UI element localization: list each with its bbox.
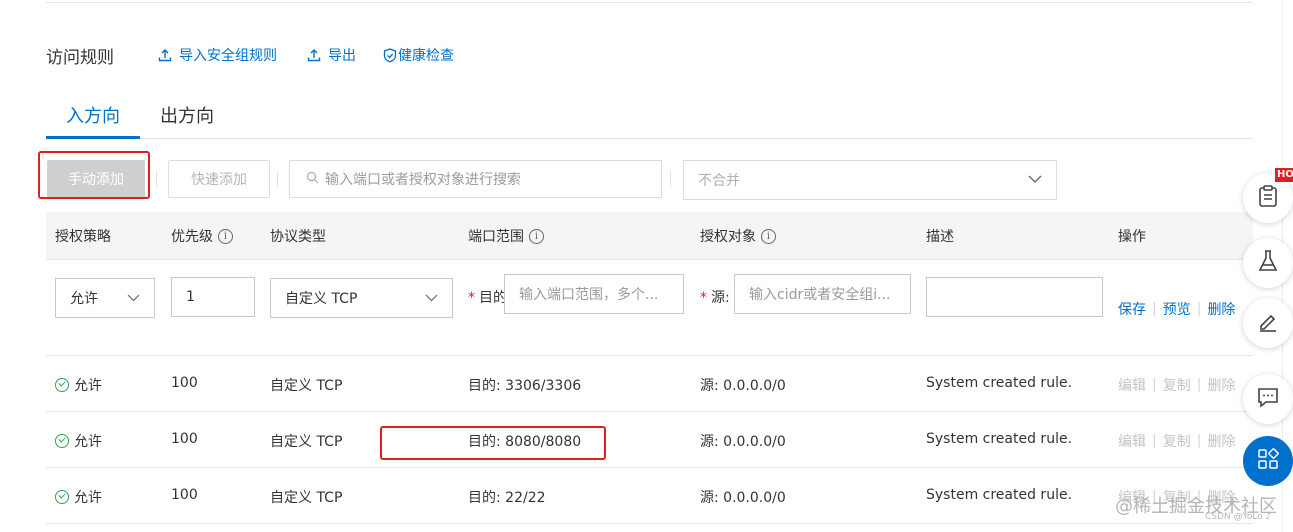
- row-actions: 编辑 | 复制 | 删除: [1118, 431, 1236, 451]
- column-header-policy: 授权策略: [55, 229, 111, 245]
- policy-select-value: 允许: [70, 291, 98, 307]
- policy-cell: 允许: [55, 431, 102, 451]
- export-link[interactable]: 导出: [307, 45, 356, 65]
- tabs-divider: [46, 138, 1253, 139]
- preview-button[interactable]: 预览: [1163, 299, 1191, 319]
- save-button[interactable]: 保存: [1118, 299, 1146, 319]
- flask-icon: [1257, 249, 1279, 277]
- column-header-source: 授权对象 i: [700, 226, 776, 246]
- toolbar-separator: [156, 171, 157, 187]
- info-icon[interactable]: i: [529, 228, 544, 244]
- shield-check-icon: [383, 47, 397, 63]
- protocol-select[interactable]: 自定义 TCP: [270, 278, 453, 318]
- search-input[interactable]: 输入端口或者授权对象进行搜索: [289, 160, 662, 198]
- column-header-actions: 操作: [1118, 229, 1146, 245]
- float-lab-button[interactable]: [1243, 238, 1293, 288]
- policy-cell: 允许: [55, 487, 102, 507]
- port-range-input[interactable]: 输入端口范围，多个...: [504, 274, 684, 314]
- merge-select[interactable]: 不合并: [683, 160, 1057, 200]
- port-cell: 目的: 3306/3306: [468, 378, 582, 394]
- source-cell: 源: 0.0.0.0/0: [700, 378, 786, 394]
- port-label: * 目的: [468, 290, 507, 306]
- chevron-down-icon: [425, 290, 438, 306]
- protocol-select-value: 自定义 TCP: [285, 291, 358, 307]
- upload-icon: [307, 48, 321, 62]
- search-icon: [306, 171, 319, 188]
- row-divider: [46, 467, 1253, 468]
- source-input[interactable]: 输入cidr或者安全组i...: [734, 274, 911, 314]
- tab-outbound[interactable]: 出方向: [160, 102, 214, 128]
- copy-button[interactable]: 复制: [1163, 375, 1191, 395]
- description-input[interactable]: [926, 277, 1103, 317]
- edit-button[interactable]: 编辑: [1118, 431, 1146, 451]
- port-cell: 目的: 22/22: [468, 490, 546, 506]
- apps-icon: [1257, 448, 1279, 474]
- top-divider: [46, 2, 1253, 3]
- check-circle-icon: [55, 378, 69, 392]
- info-icon[interactable]: i: [218, 228, 233, 244]
- column-header-description: 描述: [926, 229, 954, 245]
- source-label: * 源:: [700, 290, 730, 306]
- watermark-sub: CSDN @YoLo ♪: [1205, 512, 1272, 522]
- float-chat-button[interactable]: [1243, 374, 1293, 424]
- toolbar-separator: [277, 171, 278, 187]
- protocol-cell: 自定义 TCP: [270, 490, 343, 506]
- protocol-cell: 自定义 TCP: [270, 378, 343, 394]
- delete-button[interactable]: 删除: [1207, 299, 1235, 319]
- description-cell: System created rule.: [926, 487, 1073, 503]
- description-cell: System created rule.: [926, 431, 1073, 447]
- row-divider: [46, 355, 1253, 356]
- export-label: 导出: [328, 48, 356, 64]
- import-rules-label: 导入安全组规则: [179, 48, 277, 64]
- column-header-protocol: 协议类型: [270, 229, 326, 245]
- priority-cell: 100: [171, 431, 198, 447]
- source-cell: 源: 0.0.0.0/0: [700, 490, 786, 506]
- row-divider: [46, 523, 1253, 524]
- chevron-down-icon: [1028, 172, 1042, 188]
- source-cell: 源: 0.0.0.0/0: [700, 434, 786, 450]
- column-header-port-range: 端口范围 i: [468, 226, 544, 246]
- float-apps-button[interactable]: [1243, 436, 1293, 486]
- section-title: 访问规则: [46, 48, 114, 68]
- import-rules-link[interactable]: 导入安全组规则: [158, 45, 277, 65]
- row-actions: 编辑 | 复制 | 删除: [1118, 375, 1236, 395]
- hot-badge: HOT: [1275, 168, 1293, 182]
- chevron-down-icon: [127, 290, 140, 306]
- check-circle-icon: [55, 490, 69, 504]
- tab-inbound[interactable]: 入方向: [66, 102, 120, 128]
- edit-row-actions: 保存 | 预览 | 删除: [1118, 299, 1236, 319]
- policy-cell: 允许: [55, 375, 102, 395]
- merge-select-value: 不合并: [698, 173, 740, 189]
- check-circle-icon: [55, 434, 69, 448]
- upload-icon: [158, 48, 172, 62]
- protocol-cell: 自定义 TCP: [270, 434, 343, 450]
- quick-add-button[interactable]: 快速添加: [168, 160, 270, 198]
- health-check-link[interactable]: 健康检查: [383, 45, 454, 65]
- description-cell: System created rule.: [926, 375, 1073, 391]
- info-icon[interactable]: i: [761, 228, 776, 244]
- health-check-label: 健康检查: [398, 48, 454, 64]
- delete-button[interactable]: 删除: [1207, 375, 1235, 395]
- edit-button[interactable]: 编辑: [1118, 375, 1146, 395]
- policy-select[interactable]: 允许: [55, 278, 155, 318]
- delete-button[interactable]: 删除: [1207, 431, 1235, 451]
- row-divider: [46, 411, 1253, 412]
- toolbar-separator: [670, 171, 671, 187]
- edit-icon: [1257, 310, 1279, 336]
- copy-button[interactable]: 复制: [1163, 431, 1191, 451]
- priority-input[interactable]: 1: [171, 277, 255, 317]
- highlight-manual-add: [38, 151, 150, 199]
- priority-cell: 100: [171, 375, 198, 391]
- priority-cell: 100: [171, 487, 198, 503]
- float-edit-button[interactable]: [1243, 298, 1293, 348]
- clipboard-icon: [1257, 184, 1279, 212]
- highlight-port-8080: [380, 426, 606, 460]
- tab-active-indicator: [46, 136, 140, 139]
- column-header-priority: 优先级 i: [171, 226, 233, 246]
- search-placeholder: 输入端口或者授权对象进行搜索: [325, 172, 521, 188]
- chat-icon: [1257, 386, 1279, 412]
